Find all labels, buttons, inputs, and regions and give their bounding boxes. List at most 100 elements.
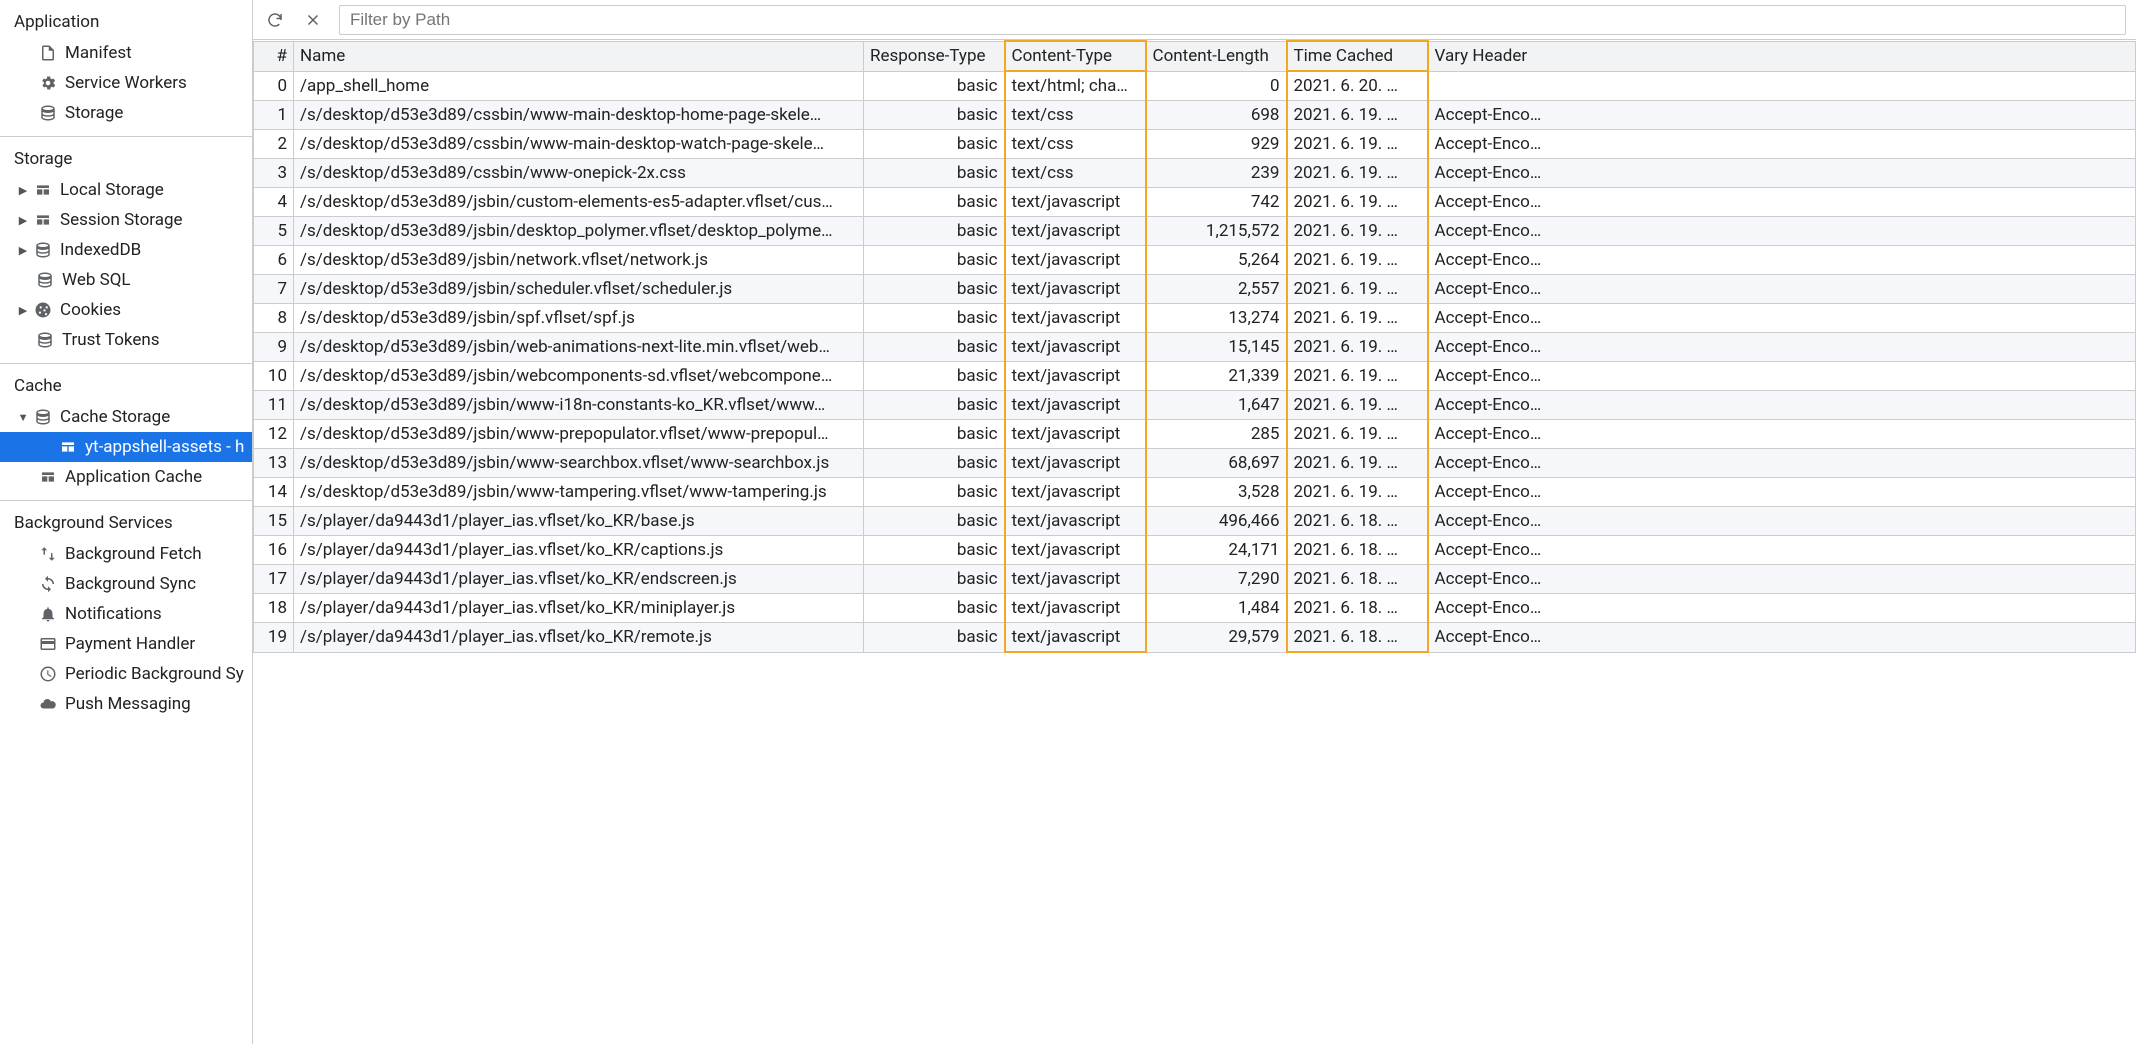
table-row[interactable]: 6/s/desktop/d53e3d89/jsbin/network.vflse… (254, 246, 2136, 275)
sidebar-item-indexeddb[interactable]: ▶ IndexedDB (0, 235, 252, 265)
table-row[interactable]: 2/s/desktop/d53e3d89/cssbin/www-main-des… (254, 130, 2136, 159)
sidebar-item-application-cache[interactable]: Application Cache (0, 462, 252, 492)
cell-vary-header: Accept-Enco… (1428, 536, 2136, 565)
database-icon (35, 330, 55, 350)
expand-arrow-icon[interactable]: ▶ (18, 185, 28, 195)
sidebar-item-trust-tokens[interactable]: Trust Tokens (0, 325, 252, 355)
cell-response-type: basic (864, 565, 1005, 594)
cell-content-type: text/javascript (1005, 246, 1146, 275)
sidebar-item-manifest[interactable]: Manifest (0, 38, 252, 68)
sidebar-item-payment-handler[interactable]: Payment Handler (0, 629, 252, 659)
sidebar-item-service-workers[interactable]: Service Workers (0, 68, 252, 98)
sidebar-item-periodic-background-sync[interactable]: Periodic Background Sy (0, 659, 252, 689)
column-header-time-cached[interactable]: Time Cached (1287, 41, 1428, 71)
cell-content-type: text/css (1005, 101, 1146, 130)
cell-content-length: 3,528 (1146, 478, 1287, 507)
table-row[interactable]: 13/s/desktop/d53e3d89/jsbin/www-searchbo… (254, 449, 2136, 478)
table-row[interactable]: 16/s/player/da9443d1/player_ias.vflset/k… (254, 536, 2136, 565)
filter-input[interactable] (339, 5, 2126, 35)
table-row[interactable]: 5/s/desktop/d53e3d89/jsbin/desktop_polym… (254, 217, 2136, 246)
cell-name: /s/desktop/d53e3d89/jsbin/web-animations… (294, 333, 864, 362)
cell-vary-header: Accept-Enco… (1428, 101, 2136, 130)
label: Periodic Background Sy (65, 664, 244, 684)
sidebar-item-notifications[interactable]: Notifications (0, 599, 252, 629)
sidebar-item-cookies[interactable]: ▶ Cookies (0, 295, 252, 325)
collapse-arrow-icon[interactable]: ▼ (18, 412, 28, 422)
label: Web SQL (62, 270, 131, 290)
database-icon (35, 270, 55, 290)
table-row[interactable]: 19/s/player/da9443d1/player_ias.vflset/k… (254, 623, 2136, 653)
cell-name: /s/desktop/d53e3d89/jsbin/network.vflset… (294, 246, 864, 275)
sidebar-item-cache-entry-selected[interactable]: yt-appshell-assets - h (0, 432, 252, 462)
cell-content-type: text/javascript (1005, 420, 1146, 449)
sidebar-item-storage[interactable]: Storage (0, 98, 252, 128)
sidebar-item-local-storage[interactable]: ▶ Local Storage (0, 175, 252, 205)
column-header-response-type[interactable]: Response-Type (864, 41, 1005, 71)
cell-name: /s/desktop/d53e3d89/jsbin/www-i18n-const… (294, 391, 864, 420)
table-row[interactable]: 15/s/player/da9443d1/player_ias.vflset/k… (254, 507, 2136, 536)
cell-vary-header: Accept-Enco… (1428, 130, 2136, 159)
cell-content-length: 68,697 (1146, 449, 1287, 478)
cell-content-type: text/html; cha… (1005, 71, 1146, 101)
column-header-name[interactable]: Name (294, 41, 864, 71)
table-icon (33, 180, 53, 200)
cell-response-type: basic (864, 130, 1005, 159)
cell-vary-header: Accept-Enco… (1428, 275, 2136, 304)
expand-arrow-icon[interactable]: ▶ (18, 305, 28, 315)
cell-content-length: 1,647 (1146, 391, 1287, 420)
table-row[interactable]: 1/s/desktop/d53e3d89/cssbin/www-main-des… (254, 101, 2136, 130)
sidebar-item-web-sql[interactable]: Web SQL (0, 265, 252, 295)
sidebar-item-background-sync[interactable]: Background Sync (0, 569, 252, 599)
cell-content-type: text/javascript (1005, 623, 1146, 653)
table-icon (33, 210, 53, 230)
table-row[interactable]: 3/s/desktop/d53e3d89/cssbin/www-onepick-… (254, 159, 2136, 188)
cell-vary-header: Accept-Enco… (1428, 304, 2136, 333)
gear-icon (38, 73, 58, 93)
sidebar-item-background-fetch[interactable]: Background Fetch (0, 539, 252, 569)
column-header-index[interactable]: # (254, 41, 294, 71)
table-header-row: # Name Response-Type Content-Type Conten… (254, 41, 2136, 71)
section-title-cache: Cache (0, 370, 252, 402)
cell-vary-header: Accept-Enco… (1428, 188, 2136, 217)
label: Background Sync (65, 574, 196, 594)
cell-time-cached: 2021. 6. 18. … (1287, 623, 1428, 653)
table-row[interactable]: 18/s/player/da9443d1/player_ias.vflset/k… (254, 594, 2136, 623)
table-row[interactable]: 0/app_shell_homebasictext/html; cha…0202… (254, 71, 2136, 101)
table-row[interactable]: 11/s/desktop/d53e3d89/jsbin/www-i18n-con… (254, 391, 2136, 420)
cell-time-cached: 2021. 6. 19. … (1287, 478, 1428, 507)
cell-vary-header: Accept-Enco… (1428, 623, 2136, 653)
column-header-vary[interactable]: Vary Header (1428, 41, 2136, 71)
column-header-content-type[interactable]: Content-Type (1005, 41, 1146, 71)
sidebar-item-push-messaging[interactable]: Push Messaging (0, 689, 252, 719)
label: Cookies (60, 300, 121, 320)
sidebar-item-session-storage[interactable]: ▶ Session Storage (0, 205, 252, 235)
sidebar-item-cache-storage[interactable]: ▼ Cache Storage (0, 402, 252, 432)
table-row[interactable]: 14/s/desktop/d53e3d89/jsbin/www-tamperin… (254, 478, 2136, 507)
table-row[interactable]: 7/s/desktop/d53e3d89/jsbin/scheduler.vfl… (254, 275, 2136, 304)
database-icon (33, 240, 53, 260)
sync-icon (38, 574, 58, 594)
cell-response-type: basic (864, 101, 1005, 130)
cell-index: 12 (254, 420, 294, 449)
table-row[interactable]: 4/s/desktop/d53e3d89/jsbin/custom-elemen… (254, 188, 2136, 217)
label: Application Cache (65, 467, 202, 487)
expand-arrow-icon[interactable]: ▶ (18, 245, 28, 255)
table-row[interactable]: 8/s/desktop/d53e3d89/jsbin/spf.vflset/sp… (254, 304, 2136, 333)
section-background-services: Background Services Background Fetch Bac… (0, 501, 252, 727)
expand-arrow-icon[interactable]: ▶ (18, 215, 28, 225)
label: Local Storage (60, 180, 164, 200)
table-row[interactable]: 17/s/player/da9443d1/player_ias.vflset/k… (254, 565, 2136, 594)
section-title-application: Application (0, 6, 252, 38)
cell-response-type: basic (864, 333, 1005, 362)
cell-index: 8 (254, 304, 294, 333)
table-row[interactable]: 9/s/desktop/d53e3d89/jsbin/web-animation… (254, 333, 2136, 362)
cell-content-type: text/javascript (1005, 449, 1146, 478)
clear-button[interactable] (301, 8, 325, 32)
table-row[interactable]: 10/s/desktop/d53e3d89/jsbin/webcomponent… (254, 362, 2136, 391)
cell-time-cached: 2021. 6. 19. … (1287, 101, 1428, 130)
cell-vary-header (1428, 71, 2136, 101)
refresh-button[interactable] (263, 8, 287, 32)
cell-response-type: basic (864, 594, 1005, 623)
table-row[interactable]: 12/s/desktop/d53e3d89/jsbin/www-prepopul… (254, 420, 2136, 449)
column-header-content-length[interactable]: Content-Length (1146, 41, 1287, 71)
